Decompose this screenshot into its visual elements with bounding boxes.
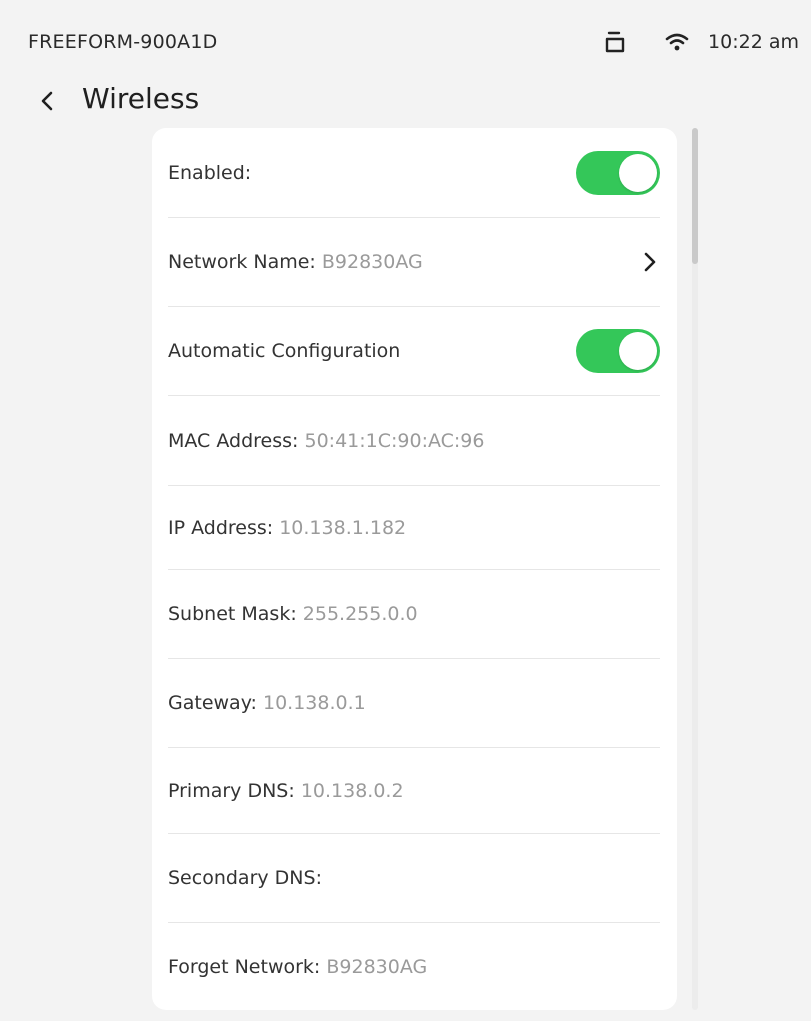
- back-button[interactable]: [32, 85, 64, 117]
- page-header: Wireless: [0, 76, 811, 124]
- primary-dns-row: Primary DNS: 10.138.0.2: [168, 748, 660, 834]
- forget-network-row[interactable]: Forget Network: B92830AG: [168, 923, 660, 1010]
- enabled-label: Enabled:: [168, 161, 252, 184]
- primary-dns-label: Primary DNS:: [168, 779, 295, 802]
- auto-config-toggle[interactable]: [576, 329, 660, 373]
- gateway-label: Gateway:: [168, 692, 257, 714]
- toggle-knob: [619, 153, 657, 192]
- network-name-row[interactable]: Network Name: B92830AG: [168, 218, 660, 307]
- ip-address-label: IP Address:: [168, 516, 274, 539]
- ip-address-value: 10.138.1.182: [279, 516, 407, 539]
- clock: 10:22 am: [708, 31, 799, 53]
- scrollbar[interactable]: [692, 128, 698, 1010]
- mac-address-value: 50:41:1C:90:AC:96: [304, 429, 485, 452]
- status-bar: FREEFORM-900A1D 10:22 am: [0, 0, 811, 84]
- subnet-mask-label: Subnet Mask:: [168, 603, 297, 625]
- wifi-icon: [664, 29, 690, 55]
- subnet-mask-value: 255.255.0.0: [302, 603, 418, 625]
- gateway-value: 10.138.0.1: [263, 692, 366, 714]
- network-name-label: Network Name:: [168, 251, 316, 273]
- device-name: FREEFORM-900A1D: [28, 31, 218, 53]
- status-icons: 10:22 am: [602, 28, 799, 56]
- subnet-mask-row: Subnet Mask: 255.255.0.0: [168, 570, 660, 659]
- scrollbar-thumb[interactable]: [692, 128, 698, 264]
- secondary-dns-label: Secondary DNS:: [168, 867, 322, 889]
- mac-address-label: MAC Address:: [168, 429, 299, 452]
- auto-config-label: Automatic Configuration: [168, 340, 401, 362]
- mac-address-row: MAC Address: 50:41:1C:90:AC:96: [168, 396, 660, 486]
- forget-network-value: B92830AG: [326, 955, 428, 978]
- enabled-toggle[interactable]: [576, 150, 660, 195]
- secondary-dns-row: Secondary DNS:: [168, 834, 660, 923]
- primary-dns-value: 10.138.0.2: [300, 779, 404, 802]
- toggle-knob: [619, 332, 657, 370]
- chevron-right-icon: [640, 250, 660, 274]
- tray-icon: [602, 29, 628, 55]
- settings-card: Enabled: Network Name: B92830AG Automati…: [152, 128, 677, 1010]
- ip-address-row: IP Address: 10.138.1.182: [168, 486, 660, 570]
- network-name-value: B92830AG: [321, 251, 423, 273]
- gateway-row: Gateway: 10.138.0.1: [168, 659, 660, 748]
- auto-config-row: Automatic Configuration: [168, 307, 660, 396]
- enabled-row: Enabled:: [168, 128, 660, 218]
- chevron-left-icon: [41, 91, 53, 111]
- page-title: Wireless: [82, 82, 200, 115]
- forget-network-label: Forget Network:: [168, 955, 321, 978]
